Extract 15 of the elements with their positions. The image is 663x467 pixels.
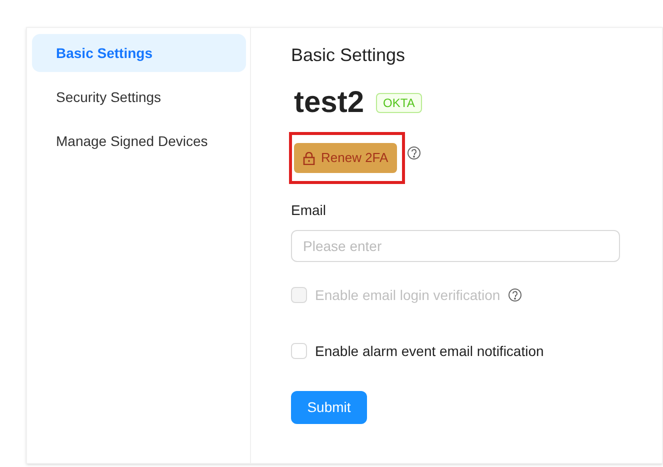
okta-tag: OKTA — [376, 93, 422, 113]
help-icon[interactable] — [407, 146, 422, 160]
renew-button[interactable]: Renew 2FA — [294, 143, 398, 173]
checkbox[interactable] — [291, 343, 307, 359]
username: test2 — [294, 85, 364, 121]
menu-item[interactable]: Basic Settings — [32, 34, 246, 72]
menu-item[interactable]: Security Settings — [32, 78, 246, 116]
menu-item[interactable]: Manage Signed Devices — [32, 122, 246, 160]
email-label: Email — [291, 201, 328, 220]
submit-button[interactable]: Submit — [291, 391, 367, 424]
lock-icon — [303, 152, 315, 164]
checkbox-label: Enable email login verification — [315, 286, 500, 305]
page-title: Basic Settings — [291, 44, 406, 67]
checkbox-label: Enable alarm event email notification — [315, 342, 544, 360]
email-field[interactable]: Please enter — [291, 230, 620, 262]
